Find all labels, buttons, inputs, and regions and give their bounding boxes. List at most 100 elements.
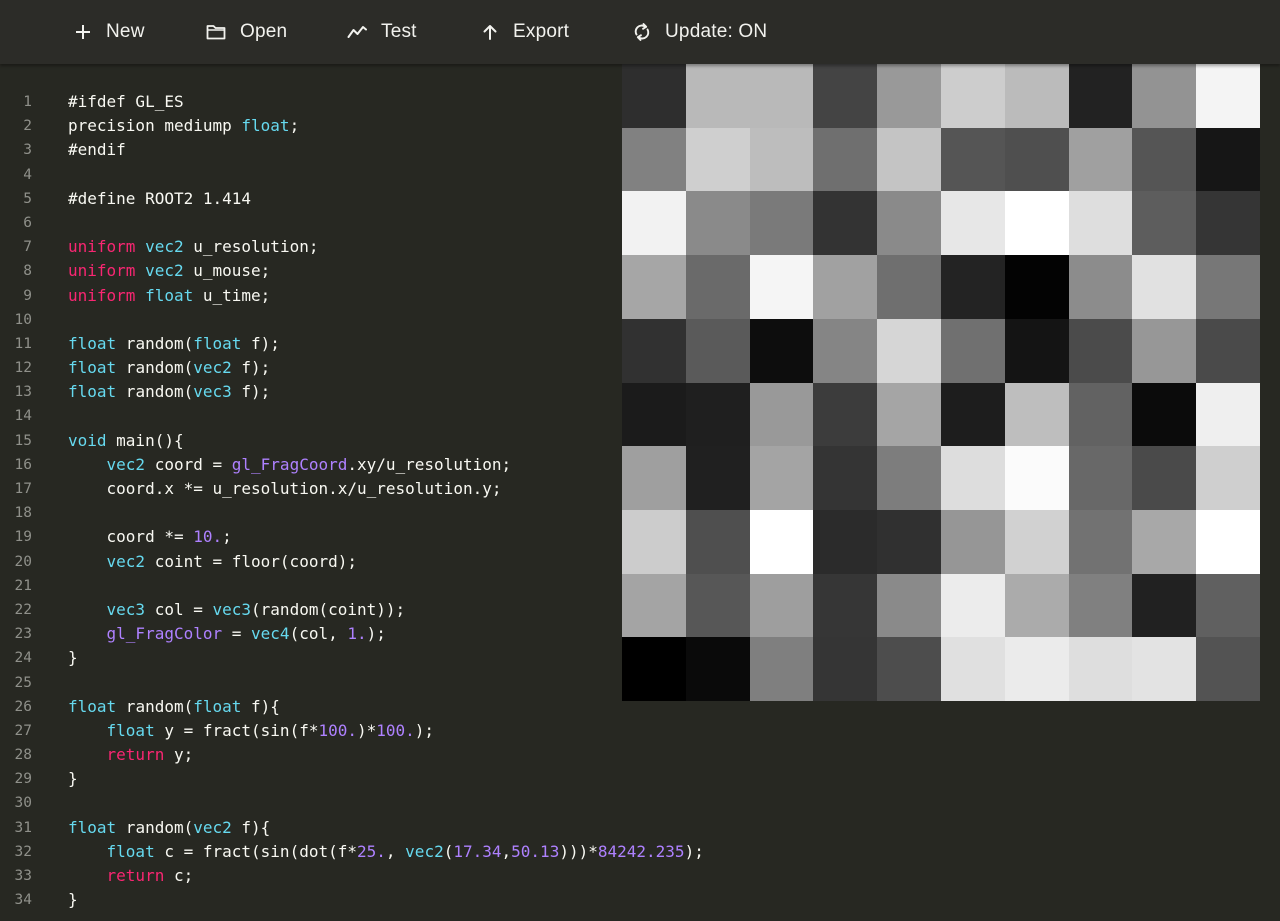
code-token: f);: [241, 333, 280, 353]
canvas-cell: [813, 573, 878, 638]
new-button[interactable]: New: [74, 0, 145, 64]
code-token: random(: [116, 382, 194, 402]
canvas-cell: [749, 446, 814, 510]
code-token: c = fract(sin(dot(f*: [154, 841, 357, 861]
code-token: random(: [116, 817, 194, 837]
export-label: Export: [513, 21, 570, 42]
code-token: vec2: [193, 817, 232, 837]
code-token: 50.13: [511, 841, 560, 861]
code-token: f){: [241, 696, 280, 716]
line-number: 9: [23, 287, 32, 304]
canvas-cell: [940, 318, 1005, 383]
shader-canvas-preview[interactable]: [622, 64, 1260, 701]
canvas-cell: [685, 382, 750, 447]
line-number: 34: [14, 892, 32, 909]
canvas-cell: [877, 64, 941, 128]
canvas-cell: [749, 573, 814, 638]
code-token: (: [443, 841, 454, 861]
line-number: 32: [14, 843, 32, 860]
canvas-cell: [940, 127, 1005, 192]
canvas-cell: [622, 509, 686, 574]
code-token: #endif: [68, 140, 126, 160]
new-label: New: [106, 21, 145, 42]
code-line: void main(){: [68, 429, 704, 453]
canvas-cell: [877, 446, 941, 510]
canvas-cell: [1068, 637, 1133, 701]
code-token: precision mediump: [68, 116, 242, 136]
code-token: vec4: [251, 624, 290, 644]
line-number: 16: [14, 456, 32, 473]
code-token: float: [145, 285, 194, 305]
canvas-cell: [813, 255, 878, 319]
canvas-cell: [1132, 255, 1197, 319]
line-number: 11: [14, 335, 32, 352]
update-toggle[interactable]: Update: ON: [633, 0, 767, 64]
line-number: 27: [14, 722, 32, 739]
canvas-cell: [813, 318, 878, 383]
code-token: void: [68, 430, 107, 450]
code-token: vec2: [405, 841, 444, 861]
toolbar: New Open Test Export Update: ON: [0, 0, 1280, 64]
canvas-cell: [749, 637, 814, 701]
code-token: coint = floor(coord);: [145, 551, 357, 571]
code-token: vec3: [193, 382, 232, 402]
export-button[interactable]: Export: [481, 0, 569, 64]
code-line: #ifdef GL_ES: [68, 90, 704, 114]
canvas-cell: [1068, 573, 1133, 638]
canvas-cell: [1004, 573, 1069, 638]
canvas-cell: [1068, 318, 1133, 383]
code-line: float c = fract(sin(dot(f*25., vec2(17.3…: [68, 840, 704, 864]
canvas-cell: [685, 446, 750, 510]
canvas-cell: [749, 382, 814, 447]
code-area[interactable]: #ifdef GL_ES precision mediump float; #end…: [68, 90, 704, 912]
canvas-cell: [1068, 64, 1133, 128]
code-token: coord =: [145, 454, 232, 474]
open-button[interactable]: Open: [206, 0, 287, 64]
code-token: float: [193, 333, 242, 353]
code-editor[interactable]: 1 2 3 4 5 6 7 8 9 10 11 12 13 14 15 16 17 18 19 20 21 22 23 24 2…: [0, 64, 704, 921]
code-token: float: [241, 116, 290, 136]
canvas-cell: [877, 573, 941, 638]
code-token: 100.: [318, 720, 357, 740]
code-token: uniform: [68, 237, 136, 257]
code-line: vec2 coint = floor(coord);: [68, 550, 704, 574]
canvas-cell: [940, 509, 1005, 574]
code-token: float: [106, 720, 155, 740]
line-number: 7: [23, 239, 32, 256]
code-token: )))*: [559, 841, 598, 861]
line-number: 3: [23, 142, 32, 159]
code-token: c;: [164, 866, 194, 885]
code-line: gl_FragColor = vec4(col, 1.);: [68, 622, 704, 646]
code-token: vec2: [106, 454, 146, 474]
canvas-cell: [622, 191, 686, 256]
code-line: coord *= 10.;: [68, 525, 704, 549]
test-button[interactable]: Test: [347, 0, 417, 64]
canvas-cell: [940, 382, 1005, 447]
canvas-cell: [940, 446, 1005, 510]
canvas-cell: [749, 191, 814, 256]
canvas-cell: [877, 637, 941, 701]
line-number: 18: [14, 505, 32, 522]
code-line: precision mediump float;: [68, 114, 704, 138]
canvas-cell: [1196, 318, 1260, 383]
code-token: f){: [231, 817, 271, 837]
canvas-cell: [685, 191, 750, 256]
canvas-cell: [749, 318, 814, 383]
canvas-cell: [1004, 637, 1069, 701]
code-line: float y = fract(sin(f*100.)*100.);: [68, 719, 704, 743]
plus-icon: [76, 25, 90, 39]
canvas-cell: [940, 191, 1005, 256]
canvas-cell: [1196, 637, 1260, 701]
canvas-cell: [813, 509, 878, 574]
code-token: 100.: [376, 720, 415, 740]
line-number: 25: [14, 674, 32, 691]
canvas-cell: [940, 64, 1005, 128]
canvas-cell: [1132, 382, 1197, 447]
canvas-cell: [685, 255, 750, 319]
